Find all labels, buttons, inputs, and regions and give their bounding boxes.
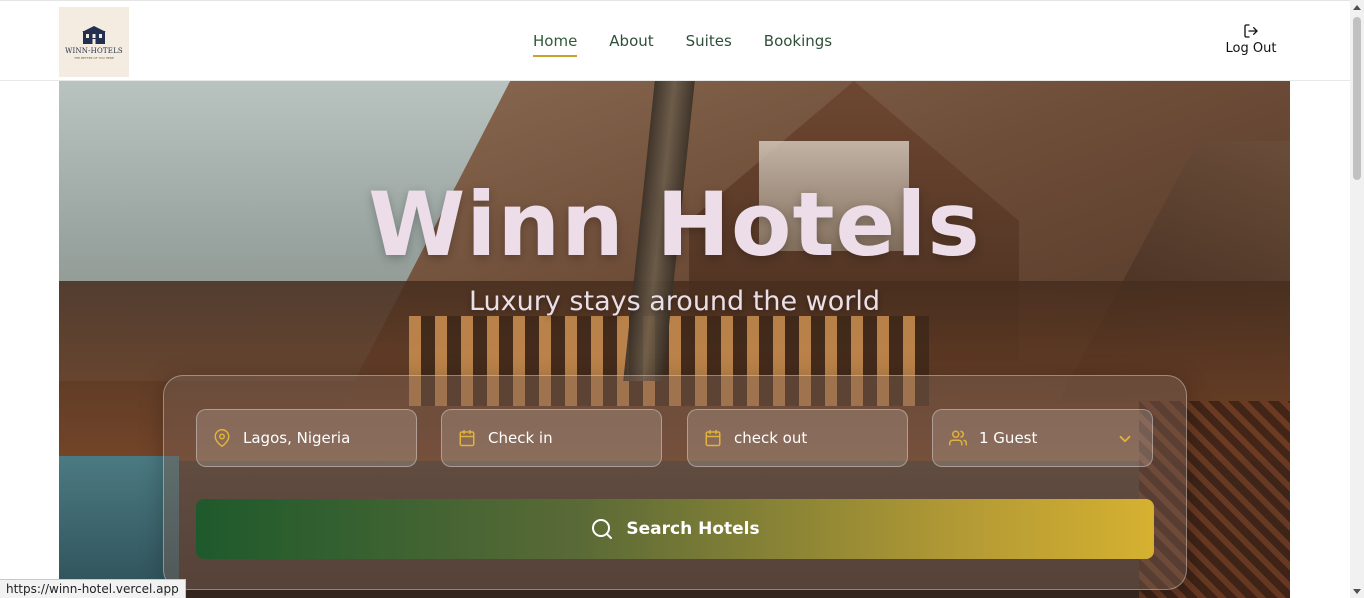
location-field[interactable]: Lagos, Nigeria (196, 409, 417, 467)
calendar-icon (459, 429, 475, 447)
nav-bookings[interactable]: Bookings (764, 32, 832, 57)
nav-suites[interactable]: Suites (686, 32, 732, 57)
guests-value: 1 Guest (979, 429, 1038, 447)
check-in-label: Check in (488, 429, 553, 447)
log-out-icon (1244, 24, 1258, 38)
hero-image-pool (59, 456, 179, 598)
logout-label: Log Out (1225, 41, 1277, 56)
search-hotels-button[interactable]: Search Hotels (196, 499, 1154, 559)
scroll-up-arrow-icon[interactable] (1353, 5, 1361, 10)
page-scrollbar[interactable] (1350, 0, 1364, 598)
scroll-thumb[interactable] (1353, 17, 1361, 180)
hero-banner: Winn Hotels Luxury stays around the worl… (59, 81, 1290, 598)
site-header: WINN-HOTELS THE BETTER OF YOU HERE Home … (0, 0, 1350, 81)
users-icon (949, 430, 967, 446)
page: WINN-HOTELS THE BETTER OF YOU HERE Home … (0, 0, 1364, 598)
logout-button[interactable]: Log Out (1220, 23, 1282, 56)
search-panel: Lagos, Nigeria Check in check out 1 Gues… (163, 375, 1187, 590)
hero-title: Winn Hotels (368, 173, 981, 276)
chevron-down-icon (1119, 435, 1131, 443)
map-pin-icon (214, 429, 230, 447)
nav-home[interactable]: Home (533, 32, 578, 57)
guests-select[interactable]: 1 Guest (932, 409, 1153, 467)
calendar-icon (705, 429, 721, 447)
location-value: Lagos, Nigeria (243, 429, 351, 447)
main-nav: Home About Suites Bookings (533, 32, 832, 57)
link-status-bar: https://winn-hotel.vercel.app (0, 579, 186, 598)
check-out-label: check out (734, 429, 808, 447)
check-out-field[interactable]: check out (687, 409, 908, 467)
scroll-down-arrow-icon[interactable] (1353, 589, 1361, 594)
logo-name: WINN-HOTELS (65, 46, 123, 55)
hotel-building-icon (82, 25, 106, 44)
search-icon (592, 519, 613, 539)
check-in-field[interactable]: Check in (441, 409, 662, 467)
logo-tagline: THE BETTER OF YOU HERE (74, 55, 114, 60)
nav-about[interactable]: About (609, 32, 653, 57)
search-button-label: Search Hotels (626, 519, 760, 539)
hotel-logo[interactable]: WINN-HOTELS THE BETTER OF YOU HERE (59, 7, 129, 77)
hero-subtitle: Luxury stays around the world (468, 286, 880, 317)
